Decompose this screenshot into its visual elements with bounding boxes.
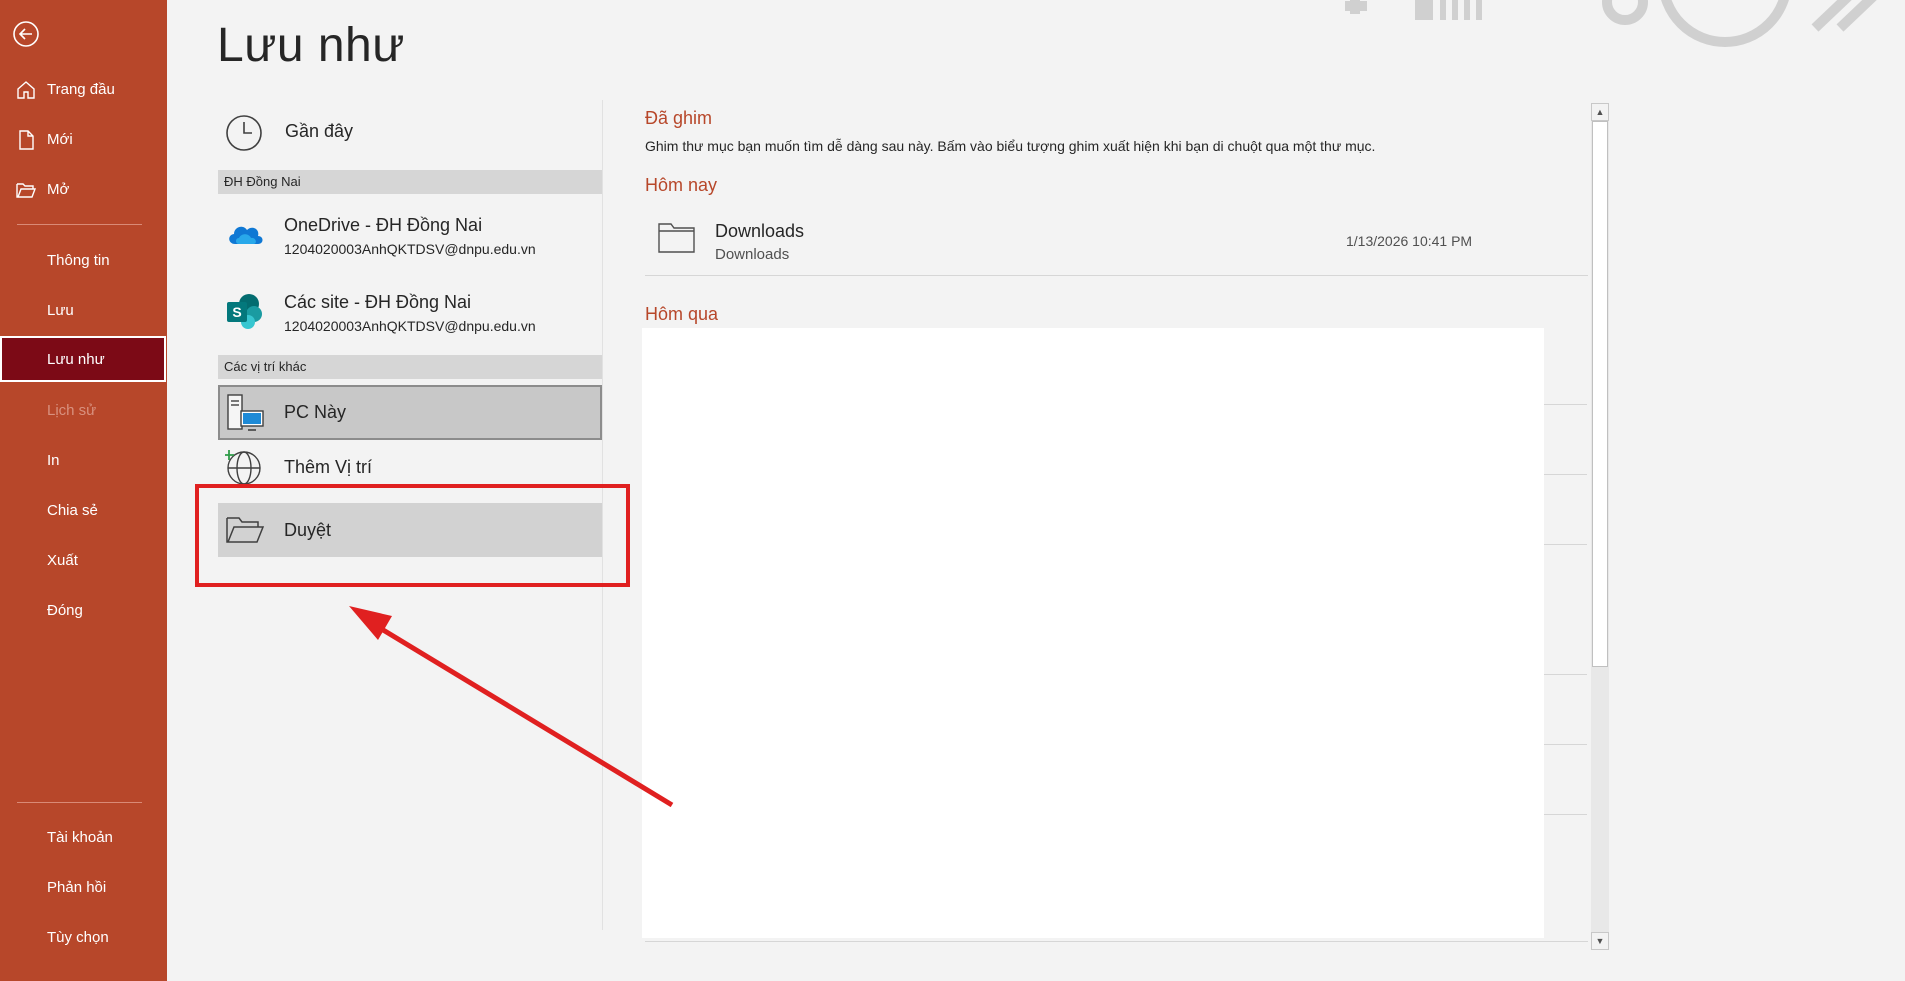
list-bottom-divider xyxy=(645,941,1588,942)
nav-open-label: Mở xyxy=(47,180,70,198)
nav-save[interactable]: Lưu xyxy=(0,287,167,333)
onedrive-name: OneDrive - ĐH Đồng Nai xyxy=(284,215,483,235)
nav-close-label: Đóng xyxy=(47,601,83,619)
sharepoint-icon: S xyxy=(225,292,265,337)
nav-save-as[interactable]: Lưu như xyxy=(0,336,166,382)
nav-feedback[interactable]: Phản hồi xyxy=(0,864,167,910)
folder-modified-date: 1/13/2026 10:41 PM xyxy=(1346,233,1473,249)
vertical-scrollbar[interactable]: ▲ ▼ xyxy=(1591,103,1609,950)
pinned-heading: Đã ghim xyxy=(645,108,713,128)
svg-text:S: S xyxy=(232,304,241,320)
decorative-header-art xyxy=(1345,0,1905,60)
nav-new[interactable]: Mới xyxy=(0,116,167,162)
sites-email: 1204020003AnhQKTDSV@dnpu.edu.vn xyxy=(284,318,536,334)
nav-feedback-label: Phản hồi xyxy=(47,878,107,896)
nav-options[interactable]: Tùy chọn xyxy=(0,914,167,960)
row-divider xyxy=(1544,814,1587,815)
nav-account[interactable]: Tài khoản xyxy=(0,814,167,860)
nav-save-as-label: Lưu như xyxy=(47,350,105,368)
pinned-description: Ghim thư mục bạn muốn tìm dễ dàng sau nà… xyxy=(645,138,1376,154)
group-header-other: Các vị trí khác xyxy=(218,355,602,379)
location-sites[interactable]: S Các site - ĐH Đồng Nai 1204020003AnhQK… xyxy=(218,272,602,352)
nav-open[interactable]: Mở xyxy=(0,166,167,212)
folder-icon xyxy=(658,222,696,259)
scroll-down-arrow-icon[interactable]: ▼ xyxy=(1591,932,1609,950)
nav-info-label: Thông tin xyxy=(47,251,110,269)
nav-account-label: Tài khoản xyxy=(47,828,113,846)
new-document-icon xyxy=(15,129,37,151)
nav-info[interactable]: Thông tin xyxy=(0,237,167,283)
nav-export-label: Xuất xyxy=(47,551,78,569)
nav-share[interactable]: Chia sẻ xyxy=(0,487,167,533)
location-recent[interactable]: Gần đây xyxy=(218,96,602,170)
this-pc-label: PC Này xyxy=(284,402,347,422)
today-heading: Hôm nay xyxy=(645,175,718,195)
nav-export[interactable]: Xuất xyxy=(0,537,167,583)
yesterday-heading: Hôm qua xyxy=(645,304,719,324)
folder-path: Downloads xyxy=(715,246,790,263)
location-this-pc[interactable]: PC Này xyxy=(218,385,602,440)
location-add-place[interactable]: Thêm Vị trí xyxy=(218,442,602,490)
scroll-thumb[interactable] xyxy=(1592,121,1608,667)
row-divider xyxy=(1544,404,1587,405)
row-divider xyxy=(1544,544,1587,545)
group-header-dnu: ĐH Đồng Nai xyxy=(218,170,602,194)
home-icon xyxy=(15,79,37,101)
nav-save-label: Lưu xyxy=(47,301,74,319)
folder-name: Downloads xyxy=(715,221,805,241)
scroll-up-arrow-icon[interactable]: ▲ xyxy=(1591,103,1609,121)
row-divider xyxy=(1544,474,1587,475)
nav-separator xyxy=(17,802,142,803)
nav-home-label: Trang đầu xyxy=(47,80,115,98)
backstage-sidebar: Trang đầu Mới Mở Thông tin Lưu Lưu như L… xyxy=(0,0,167,981)
row-divider xyxy=(1544,744,1587,745)
location-browse[interactable]: Duyệt xyxy=(218,503,602,557)
nav-print[interactable]: In xyxy=(0,437,167,483)
folder-list-blank-area xyxy=(642,328,1544,938)
column-divider xyxy=(602,100,603,930)
nav-options-label: Tùy chọn xyxy=(47,928,109,946)
browse-folder-icon xyxy=(225,514,265,551)
location-recent-label: Gần đây xyxy=(285,121,354,141)
onedrive-email: 1204020003AnhQKTDSV@dnpu.edu.vn xyxy=(284,241,536,257)
nav-home[interactable]: Trang đầu xyxy=(0,66,167,112)
clock-icon xyxy=(225,114,263,157)
add-place-label: Thêm Vị trí xyxy=(284,457,373,477)
nav-separator xyxy=(17,224,142,225)
browse-label: Duyệt xyxy=(284,520,332,540)
nav-share-label: Chia sẻ xyxy=(47,501,98,519)
nav-history-label: Lịch sử xyxy=(47,401,97,419)
sites-name: Các site - ĐH Đồng Nai xyxy=(284,292,472,312)
folder-row-downloads[interactable]: Downloads Downloads 1/13/2026 10:41 PM xyxy=(645,208,1588,276)
page-title: Lưu như xyxy=(217,19,405,72)
nav-history: Lịch sử xyxy=(0,387,167,433)
row-divider xyxy=(1544,674,1587,675)
this-pc-icon xyxy=(225,393,265,438)
back-arrow-icon[interactable] xyxy=(10,18,42,50)
nav-new-label: Mới xyxy=(47,130,73,148)
add-place-globe-icon xyxy=(224,448,263,491)
location-onedrive[interactable]: OneDrive - ĐH Đồng Nai 1204020003AnhQKTD… xyxy=(218,196,602,272)
onedrive-cloud-icon xyxy=(225,218,265,253)
nav-close[interactable]: Đóng xyxy=(0,587,167,633)
open-folder-icon xyxy=(15,179,37,201)
nav-print-label: In xyxy=(47,451,60,469)
